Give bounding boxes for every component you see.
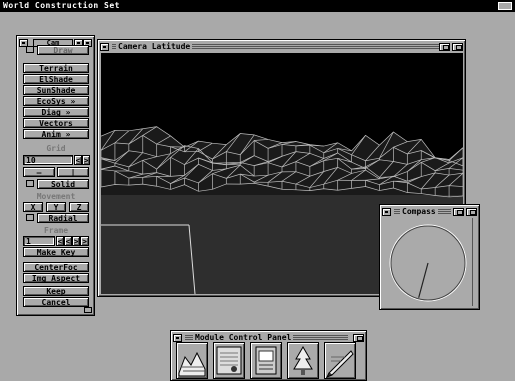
database-chart-icon[interactable] (213, 342, 245, 379)
anim-button[interactable]: Anim » (23, 129, 89, 139)
move-y-button[interactable]: Y (46, 202, 66, 212)
draw-checkbox[interactable] (26, 46, 34, 53)
camera-window-titlebar[interactable]: Camera Latitude (100, 42, 463, 52)
grid-increase-button[interactable]: > (82, 155, 90, 165)
radial-button[interactable]: Radial (37, 213, 89, 223)
grid-size-field[interactable]: 10 (23, 155, 73, 165)
screen-depth-icon[interactable] (498, 2, 512, 10)
screen-title-bar[interactable]: World Construction Set (0, 0, 515, 12)
movement-header: Movement (36, 192, 76, 201)
depth-icon[interactable] (452, 43, 463, 51)
close-icon[interactable] (173, 334, 182, 342)
vectors-button[interactable]: Vectors (23, 118, 89, 128)
img-aspect-button[interactable]: Img Aspect (23, 273, 89, 283)
grid-header: Grid (46, 144, 66, 153)
parameters-book-icon[interactable] (250, 342, 282, 379)
module-control-panel: Module Control Panel (170, 330, 367, 381)
sunshade-button[interactable]: SunShade (23, 85, 89, 95)
grid-decrease-button[interactable]: < (74, 155, 82, 165)
compass-titlebar[interactable]: Compass (382, 207, 477, 217)
frame-prev-button[interactable]: < (64, 236, 72, 246)
diag-button[interactable]: Diag » (23, 107, 89, 117)
camera-window-title: Camera Latitude (116, 42, 193, 52)
radial-checkbox[interactable] (26, 214, 34, 221)
move-z-button[interactable]: Z (69, 202, 89, 212)
cancel-button[interactable]: Cancel (23, 297, 89, 307)
frame-last-button[interactable]: > (80, 236, 89, 246)
grid-horizontal-button[interactable]: — (23, 167, 55, 177)
compass-dial-svg (389, 224, 467, 302)
solid-checkbox[interactable] (26, 180, 34, 187)
compass-needle (418, 262, 429, 298)
depth-icon[interactable] (466, 208, 477, 216)
solid-button[interactable]: Solid (37, 179, 89, 189)
move-x-button[interactable]: X (23, 202, 43, 212)
compass-dial[interactable] (383, 218, 472, 307)
frame-first-button[interactable]: < (56, 236, 64, 246)
terrain-editor-icon[interactable] (176, 342, 208, 379)
keep-button[interactable]: Keep (23, 286, 89, 296)
compass-window: Compass (379, 204, 480, 310)
screen-title: World Construction Set (3, 1, 120, 10)
make-key-button[interactable]: Make Key (23, 247, 89, 257)
draw-button[interactable]: Draw (37, 45, 89, 55)
compass-scrollbar[interactable] (472, 218, 477, 306)
terrain-button[interactable]: Terrain (23, 63, 89, 73)
grid-vertical-button[interactable]: | (57, 167, 89, 177)
compass-title: Compass (400, 207, 438, 217)
camera-control-panel: Cam Draw Terrain ElShade SunShade EcoSys… (16, 35, 95, 316)
resize-icon[interactable] (84, 307, 92, 313)
frame-next-button[interactable]: > (72, 236, 80, 246)
close-icon[interactable] (100, 43, 109, 51)
drawing-tools-icon[interactable] (324, 342, 356, 379)
ecosystem-icon[interactable] (287, 342, 319, 379)
depth-icon[interactable] (353, 334, 364, 342)
centerfoc-button[interactable]: CenterFoc (23, 262, 89, 272)
elshade-button[interactable]: ElShade (23, 74, 89, 84)
zoom-icon[interactable] (439, 43, 450, 51)
frame-number-field[interactable]: 1 (23, 236, 55, 246)
zoom-icon[interactable] (453, 208, 464, 216)
close-icon[interactable] (382, 208, 391, 216)
ecosys-button[interactable]: EcoSys » (23, 96, 89, 106)
frame-header: Frame (43, 226, 69, 235)
